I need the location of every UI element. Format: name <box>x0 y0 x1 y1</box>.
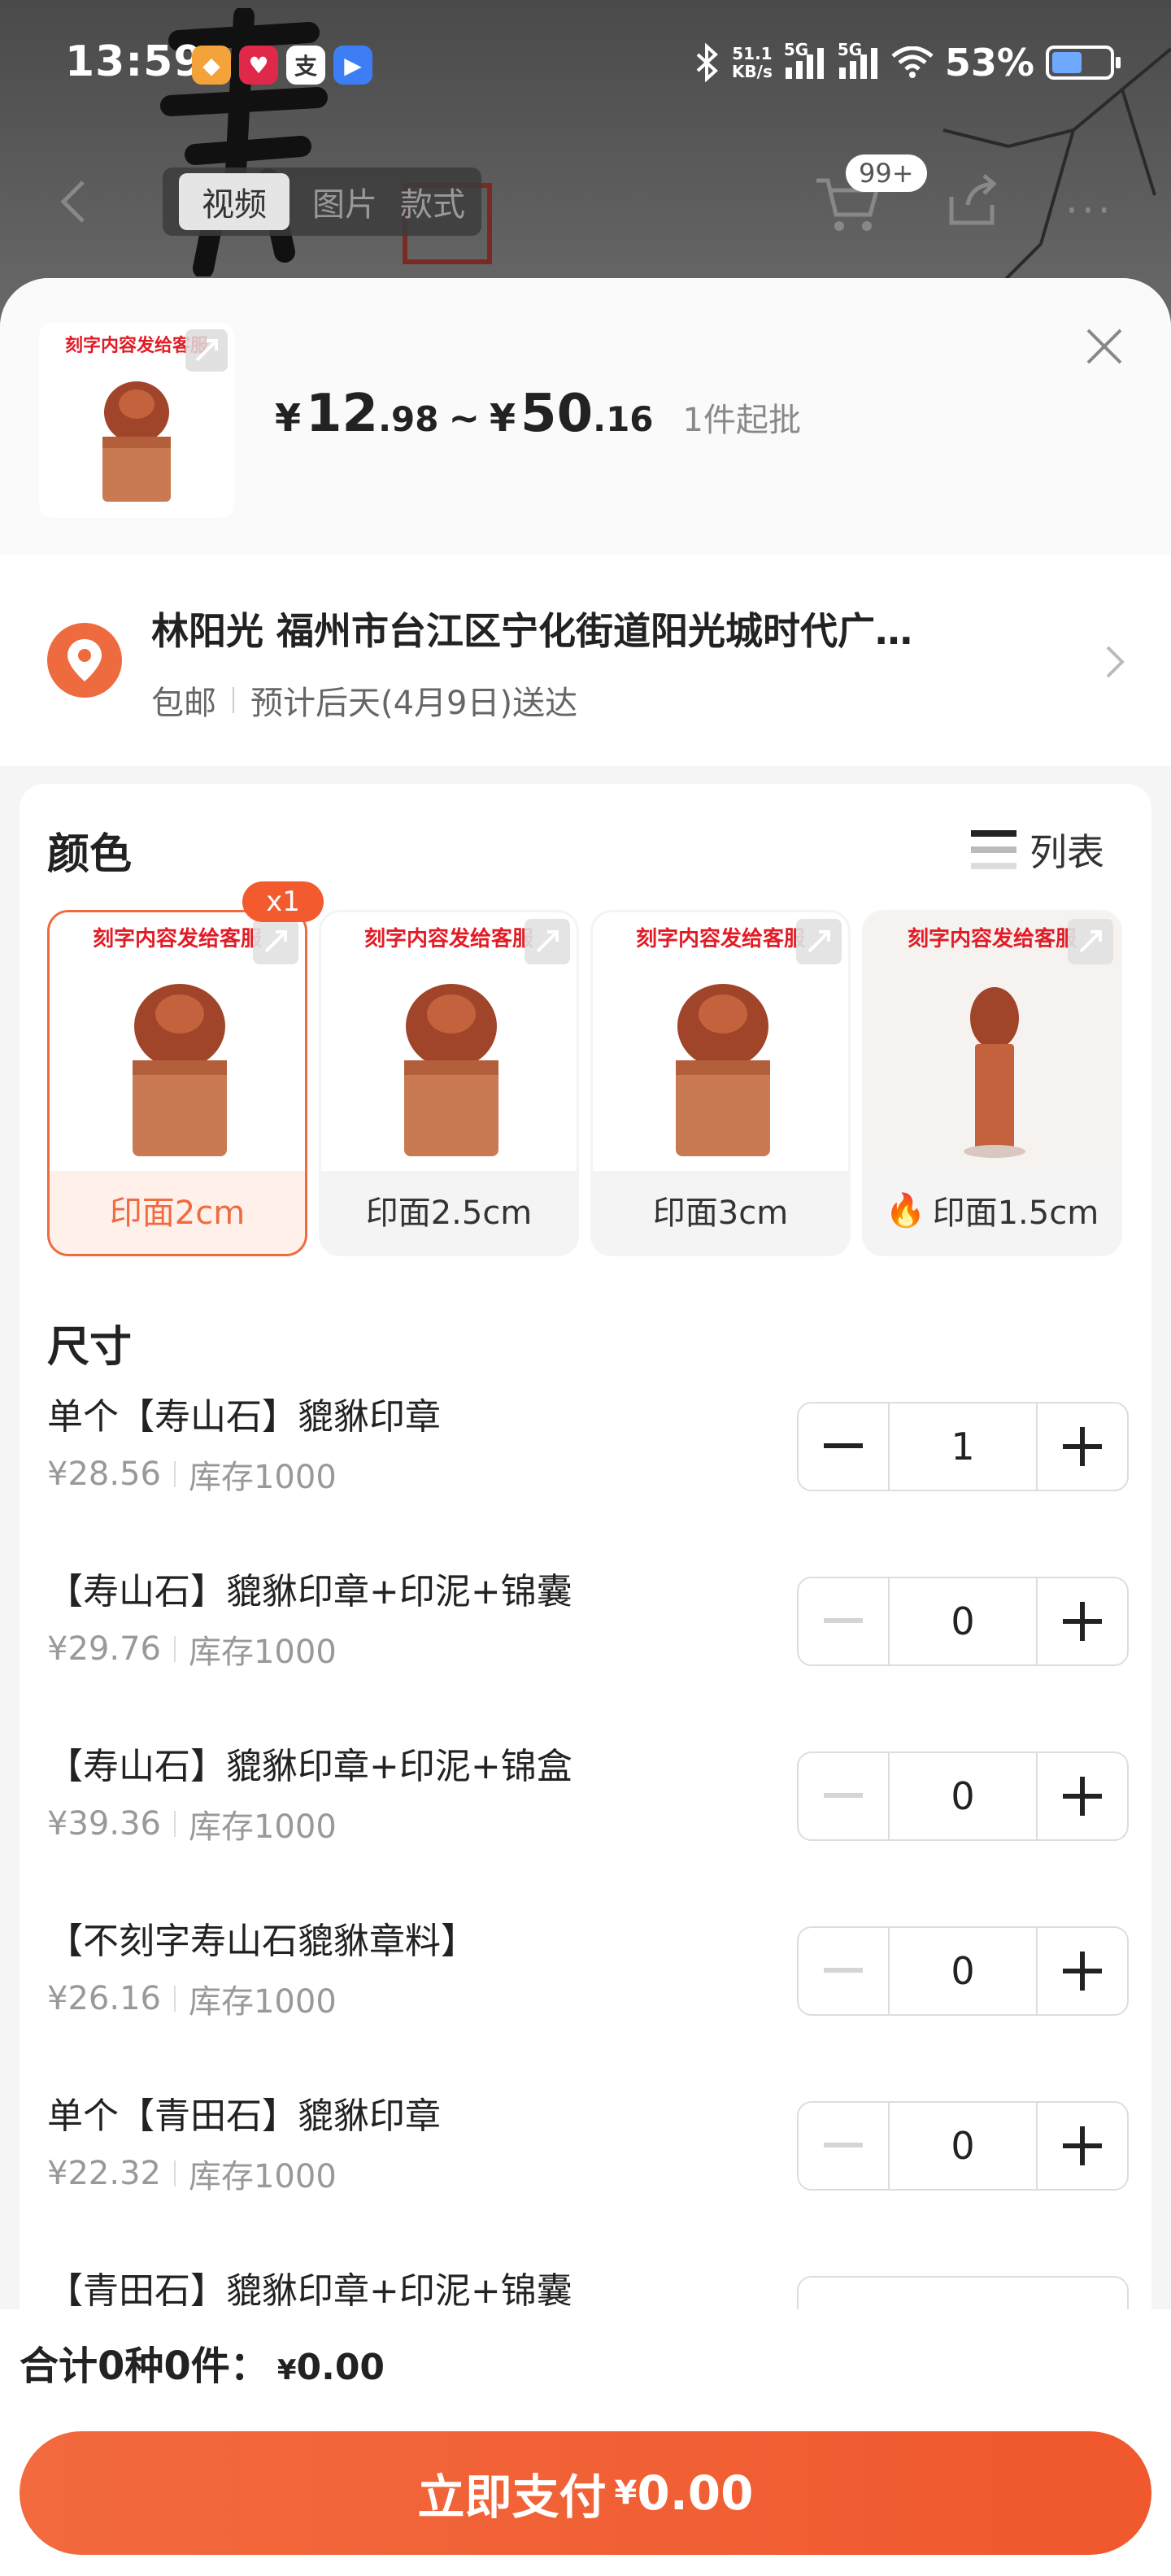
size-row: 【寿山石】貔貅印章+印泥+锦盒 ¥39.36 库存1000 0 <box>47 1737 1129 1912</box>
expand-icon[interactable] <box>525 919 570 964</box>
color-option-2-5cm[interactable]: 刻字内容发给客服 印面2.5cm <box>319 910 579 1256</box>
row-price: ¥28.56 <box>47 1456 161 1493</box>
decrement-button[interactable] <box>799 2103 888 2189</box>
hot-flame-icon: 🔥 <box>885 1191 926 1229</box>
bluetooth-icon <box>696 43 718 82</box>
color-section-title: 颜色 <box>47 830 133 879</box>
quantity-stepper: 0 <box>797 2101 1129 2191</box>
increment-button[interactable] <box>1038 1753 1127 1839</box>
color-option-3cm[interactable]: 刻字内容发给客服 印面3cm <box>590 910 851 1256</box>
cart-badge: 99+ <box>846 154 927 192</box>
selected-qty-badge: x1 <box>242 881 324 922</box>
battery-icon <box>1046 46 1121 80</box>
color-options: 刻字内容发给客服 印面2cm 刻字内容发给客服 印面2.5cm 刻字内容发给客服… <box>47 910 1122 1256</box>
decrement-button[interactable] <box>799 1578 888 1664</box>
expand-icon[interactable] <box>253 919 298 964</box>
increment-button[interactable] <box>1038 1928 1127 2014</box>
signal-1-icon: 5G <box>784 40 826 80</box>
increment-button[interactable] <box>1038 1403 1127 1490</box>
back-icon[interactable] <box>57 177 89 226</box>
delivery-eta: 预计后天(4月9日)送达 <box>250 685 578 722</box>
tab-images[interactable]: 图片 <box>312 178 377 225</box>
battery-percent: 53% <box>944 41 1034 85</box>
order-total: 合计0种0件： ¥0.00 <box>20 2334 385 2391</box>
total-amount: ¥0.00 <box>276 2347 385 2388</box>
more-icon[interactable]: ··· <box>1065 187 1114 234</box>
color-option-2cm[interactable]: 刻字内容发给客服 印面2cm <box>47 910 307 1256</box>
color-option-1-5cm[interactable]: 刻字内容发给客服 🔥 印面1.5cm <box>862 910 1122 1256</box>
row-stock: 库存1000 <box>188 1983 337 2021</box>
row-price: ¥26.16 <box>47 1980 161 2017</box>
row-price: ¥29.76 <box>47 1630 161 1668</box>
quantity-stepper: 0 <box>797 1751 1129 1841</box>
status-bar: 13:59 ◆ ♥ 支 ▶ 51.1 KB/s 5G 5G 53% <box>0 0 1171 130</box>
options-card: 颜色 列表 x1 刻字内容发给客服 印面2cm 刻字内容发给客服 印面2.5cm <box>20 784 1151 2576</box>
decrement-button[interactable] <box>799 1753 888 1839</box>
address-row[interactable]: 林阳光 福州市台江区宁化街道阳光城时代广… 包邮 预计后天(4月9日)送达 <box>0 555 1171 766</box>
share-icon[interactable] <box>943 172 1000 229</box>
expand-icon[interactable] <box>1068 919 1113 964</box>
quantity-input[interactable]: 0 <box>888 1753 1038 1839</box>
quantity-input[interactable]: 0 <box>888 1928 1038 2014</box>
status-indicators: 51.1 KB/s 5G 5G 53% <box>693 40 1121 85</box>
size-row: 【寿山石】貔貅印章+印泥+锦囊 ¥29.76 库存1000 0 <box>47 1562 1129 1737</box>
size-row: 【不刻字寿山石貔貅章料】 ¥26.16 库存1000 0 <box>47 1912 1129 2086</box>
decrement-button[interactable] <box>799 1928 888 2014</box>
price-range: ¥ 12 .98 ~ ¥ 50 .16 1件起批 <box>275 384 801 444</box>
size-list: 单个【寿山石】貔貅印章 ¥28.56 库存1000 1 【寿山石】貔貅印章+印泥+… <box>47 1387 1129 2436</box>
size-row: 单个【寿山石】貔貅印章 ¥28.56 库存1000 1 <box>47 1387 1129 1562</box>
size-section-title: 尺寸 <box>47 1323 133 1372</box>
row-stock: 库存1000 <box>188 1808 337 1846</box>
list-icon <box>971 827 1016 872</box>
chevron-right-icon <box>1106 646 1125 678</box>
row-stock: 库存1000 <box>188 1459 337 1496</box>
app-heart-icon: ♥ <box>239 46 278 85</box>
list-view-toggle[interactable]: 列表 <box>971 823 1104 877</box>
total-label: 合计0种0件： <box>20 2343 269 2389</box>
quantity-stepper: 0 <box>797 1926 1129 2016</box>
seal-product-image <box>102 381 171 502</box>
network-speed: 51.1 KB/s <box>731 44 773 81</box>
address-shipping: 包邮 预计后天(4月9日)送达 <box>151 677 577 724</box>
status-app-icons: ◆ ♥ 支 ▶ <box>192 46 372 85</box>
pay-now-button[interactable]: 立即支付 ¥ 0.00 <box>20 2431 1151 2555</box>
alipay-icon: 支 <box>286 46 325 85</box>
row-stock: 库存1000 <box>188 2158 337 2195</box>
expand-icon[interactable] <box>185 329 228 372</box>
quantity-input[interactable]: 1 <box>888 1403 1038 1490</box>
expand-icon[interactable] <box>796 919 842 964</box>
quantity-stepper: 1 <box>797 1402 1129 1491</box>
app-arrow-icon: ▶ <box>333 46 372 85</box>
tab-video[interactable]: 视频 <box>179 173 289 230</box>
sheet-header: 刻字内容发给客服 ¥ 12 .98 ~ ¥ 50 .16 1件起批 <box>0 278 1171 555</box>
size-row: 单个【青田石】貔貅印章 ¥22.32 库存1000 0 <box>47 2086 1129 2261</box>
row-price: ¥22.32 <box>47 2155 161 2192</box>
close-icon[interactable] <box>1082 324 1127 369</box>
row-price: ¥39.36 <box>47 1805 161 1843</box>
product-thumbnail[interactable]: 刻字内容发给客服 <box>39 323 234 518</box>
address-title: 林阳光 福州市台江区宁化街道阳光城时代广… <box>151 609 913 653</box>
quantity-input[interactable]: 0 <box>888 2103 1038 2189</box>
signal-2-icon: 5G <box>838 40 880 80</box>
wifi-icon <box>891 46 934 78</box>
media-tabs: 视频 图片 款式 <box>163 168 481 236</box>
location-pin-icon <box>47 623 122 698</box>
background-nav: 视频 图片 款式 99+ ··· <box>0 154 1171 244</box>
quantity-input[interactable]: 0 <box>888 1578 1038 1664</box>
app-notification-icon: ◆ <box>192 46 231 85</box>
tab-styles[interactable]: 款式 <box>400 178 465 225</box>
decrement-button[interactable] <box>799 1403 888 1490</box>
quantity-stepper: 0 <box>797 1577 1129 1666</box>
row-stock: 库存1000 <box>188 1634 337 1671</box>
min-order: 1件起批 <box>682 402 801 439</box>
shipping-label: 包邮 <box>151 685 216 722</box>
checkout-bar: 合计0种0件： ¥0.00 立即支付 ¥ 0.00 <box>0 2309 1171 2576</box>
increment-button[interactable] <box>1038 1578 1127 1664</box>
status-time: 13:59 <box>65 37 204 86</box>
increment-button[interactable] <box>1038 2103 1127 2189</box>
